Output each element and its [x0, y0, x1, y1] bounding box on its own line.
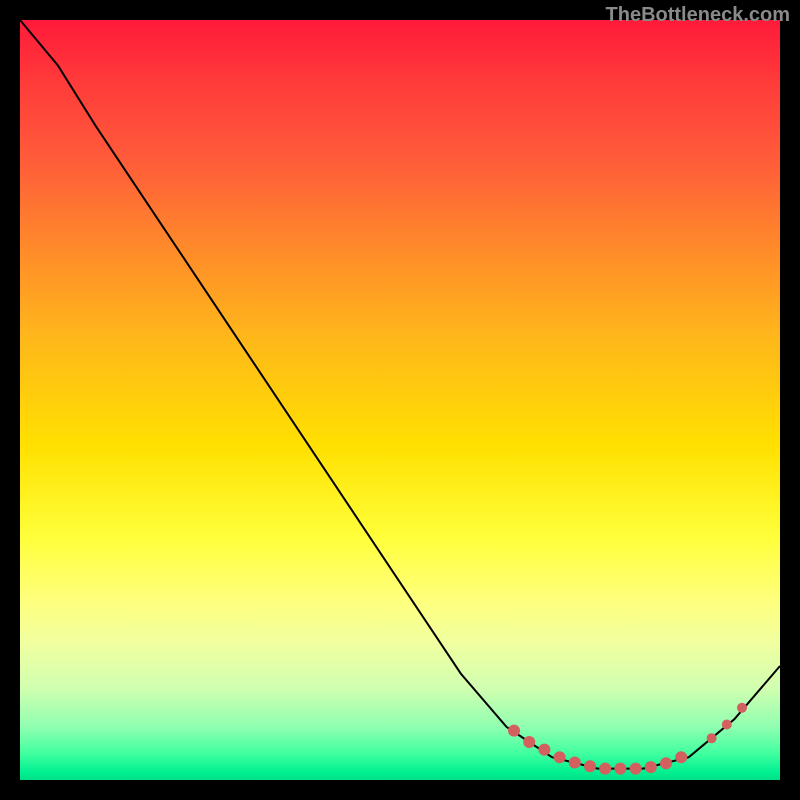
data-marker: [614, 763, 626, 775]
chart-svg: [20, 20, 780, 780]
data-marker: [508, 725, 520, 737]
data-marker: [538, 744, 550, 756]
data-marker: [737, 703, 747, 713]
chart-plot-area: [20, 20, 780, 780]
data-marker: [675, 751, 687, 763]
data-marker: [523, 736, 535, 748]
data-curve: [20, 20, 780, 769]
data-marker: [569, 757, 581, 769]
data-marker: [645, 761, 657, 773]
data-marker: [630, 763, 642, 775]
data-marker: [707, 733, 717, 743]
data-marker: [722, 720, 732, 730]
data-marker: [554, 751, 566, 763]
data-marker: [599, 763, 611, 775]
data-marker: [660, 757, 672, 769]
data-marker: [584, 760, 596, 772]
watermark-text: TheBottleneck.com: [606, 4, 790, 27]
marker-group: [508, 703, 747, 775]
